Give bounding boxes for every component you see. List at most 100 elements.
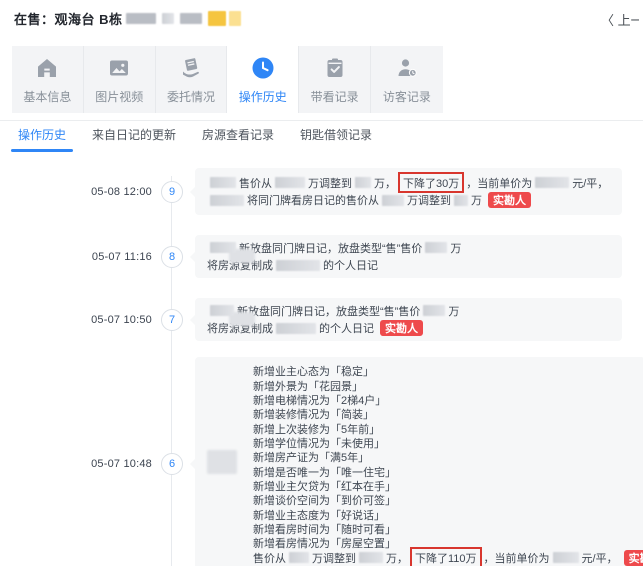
entry-sequence-badge: 7 [161,309,183,331]
entry-content-card: 新增业主心态为「稳定」新增外景为「花园景」新增电梯情况为「2梯4户」新增装修情况… [195,357,643,566]
redacted-text [425,242,447,253]
redacted-text [276,260,320,271]
entry-text: 万 [450,240,461,256]
entry-line: 新增电梯情况为「2梯4户」 [253,393,633,407]
redacted-text [210,305,234,316]
entry-sequence-badge: 9 [161,181,183,203]
image-icon [107,56,131,80]
tab-label: 访客记录 [383,88,431,105]
redacted-unit-number [180,13,202,24]
entry-text: 新放盘同门牌日记，放盘类型“售”售价 [237,303,420,319]
timeline-entry: 05-07 10:48 6 新增业主心态为「稳定」新增外景为「花园景」新增电梯情… [0,357,643,566]
operation-history-timeline: 05-08 12:00 9 售价从万调整到万，下降了30万，当前单价为元/平，将… [0,160,643,566]
entry-line: 新增房产证为「满5年」 [253,450,633,464]
redacted-text [355,177,371,188]
tab-basic-info[interactable]: 基本信息 [12,46,84,113]
entry-line: 新增业主态度为「好说话」 [253,507,633,521]
surveyor-badge: 实勘人 [488,192,531,208]
entry-text: 的个人日记 [319,320,374,336]
entry-line: 新增装修情况为「简装」 [253,407,633,421]
tab-showing-records[interactable]: 带看记录 [299,46,371,113]
tab-label: 图片视频 [95,88,143,105]
entry-text: ，当前单价为 [484,550,550,566]
subtab-operation-history[interactable]: 操作历史 [18,126,66,143]
entry-line: 新增是否唯一为「唯一住宅」 [253,464,633,478]
clipboard-check-icon [323,56,347,80]
entry-line: 新增学位情况为「未使用」 [253,436,633,450]
entry-sequence-badge: 8 [161,246,183,268]
timeline-entry: 05-07 11:16 8 新放盘同门牌日记，放盘类型“售”售价万将房源复制成的… [0,235,643,278]
entry-line: 新放盘同门牌日记，放盘类型“售”售价 万 [207,239,610,257]
entry-line: 新增业主心态为「稳定」 [253,364,633,378]
redacted-unit-number [162,13,174,24]
entry-line: 新增上次装修为「5年前」 [253,421,633,435]
redacted-unit-number [126,13,156,24]
highlighted-redacted-text [229,11,241,26]
entry-text: 万， [374,175,396,191]
tab-label: 操作历史 [239,88,287,105]
subtab-diary-updates[interactable]: 来自日记的更新 [92,126,176,143]
entry-line: 新增外景为「花园景」 [253,378,633,392]
tab-photos-videos[interactable]: 图片视频 [84,46,156,113]
entry-line: 售价从万调整到万，下降了110万，当前单价为元/平，实勘人 [253,550,633,564]
redacted-text [210,195,244,206]
entry-text: 的个人日记 [323,257,378,273]
listing-operation-history-page: 在售：观海台 B栋 〈 上一 基本信息 图片视频 委托情况 操作历史 带看记录 [0,0,643,566]
entry-text: 万调整到 [407,192,451,208]
header: 在售：观海台 B栋 [14,8,244,28]
prev-listing-link[interactable]: 〈 上一 [601,10,639,29]
page-title: 在售：观海台 B栋 [14,9,123,28]
redacted-text [276,323,316,334]
redacted-text [289,552,309,563]
home-icon [35,56,59,80]
entry-line: 新放盘同门牌日记，放盘类型“售”售价万 [207,302,610,320]
redacted-text [275,177,305,188]
price-drop-highlight-box: 下降了30万 [398,172,464,193]
entry-line: 新增谈价空间为「到价可签」 [253,493,633,507]
entry-line: 新增业主欠贷为「红本在手」 [253,479,633,493]
entry-text: 万调整到 [312,550,356,566]
entry-text: 万， [386,550,408,566]
entry-text: 元/平， [572,175,608,191]
entry-text: 元/平， [582,550,618,566]
delegation-hand-icon [179,56,203,80]
highlighted-redacted-text [208,11,226,26]
entry-line: 售价从万调整到万，下降了30万，当前单价为元/平， [207,174,610,192]
entry-content-card: 新放盘同门牌日记，放盘类型“售”售价 万将房源复制成的个人日记 [195,235,622,278]
tab-label: 委托情况 [167,88,215,105]
subtab-key-borrow-records[interactable]: 钥匙借领记录 [300,126,372,143]
redacted-agent-name [207,450,237,474]
history-subtab-bar: 操作历史 来自日记的更新 房源查看记录 钥匙借领记录 [18,126,372,143]
visitor-icon [395,56,419,80]
section-divider [0,120,643,121]
timeline-entry: 05-07 10:50 7 新放盘同门牌日记，放盘类型“售”售价万将房源复制成的… [0,298,643,341]
entry-text: 售价从 [239,175,272,191]
entry-text: 售价从 [253,550,286,566]
entry-text: 将同门牌看房日记的售价从 [247,192,379,208]
surveyor-badge: 实勘人 [624,550,643,566]
main-tab-bar: 基本信息 图片视频 委托情况 操作历史 带看记录 访客记录 [12,46,443,113]
surveyor-badge: 实勘人 [380,320,423,336]
redacted-text [423,305,445,316]
entry-sequence-badge: 6 [161,453,183,475]
redacted-text [359,552,383,563]
entry-line: 将房源复制成的个人日记实勘人 [207,320,610,338]
tab-operation-history[interactable]: 操作历史 [227,46,299,113]
timeline-entry: 05-08 12:00 9 售价从万调整到万，下降了30万，当前单价为元/平，将… [0,168,643,215]
redacted-text [454,195,468,206]
redacted-text [535,177,569,188]
entry-content-card: 售价从万调整到万，下降了30万，当前单价为元/平，将同门牌看房日记的售价从 万调整… [195,168,622,215]
entry-text: 新放盘同门牌日记，放盘类型“售”售价 [239,240,422,256]
redacted-text [382,195,404,206]
tab-visitor-records[interactable]: 访客记录 [371,46,443,113]
entry-timestamp: 05-07 10:48 [0,458,152,470]
entry-content-card: 新放盘同门牌日记，放盘类型“售”售价万将房源复制成的个人日记实勘人 [195,298,622,341]
entry-timestamp: 05-07 10:50 [0,314,152,326]
tab-delegation-info[interactable]: 委托情况 [156,46,228,113]
entry-line: 将房源复制成的个人日记 [207,257,610,275]
subtab-listing-view-records[interactable]: 房源查看记录 [202,126,274,143]
clock-icon [251,56,275,80]
entry-timestamp: 05-08 12:00 [0,186,152,198]
redacted-text [210,177,236,188]
redacted-text [210,242,236,253]
